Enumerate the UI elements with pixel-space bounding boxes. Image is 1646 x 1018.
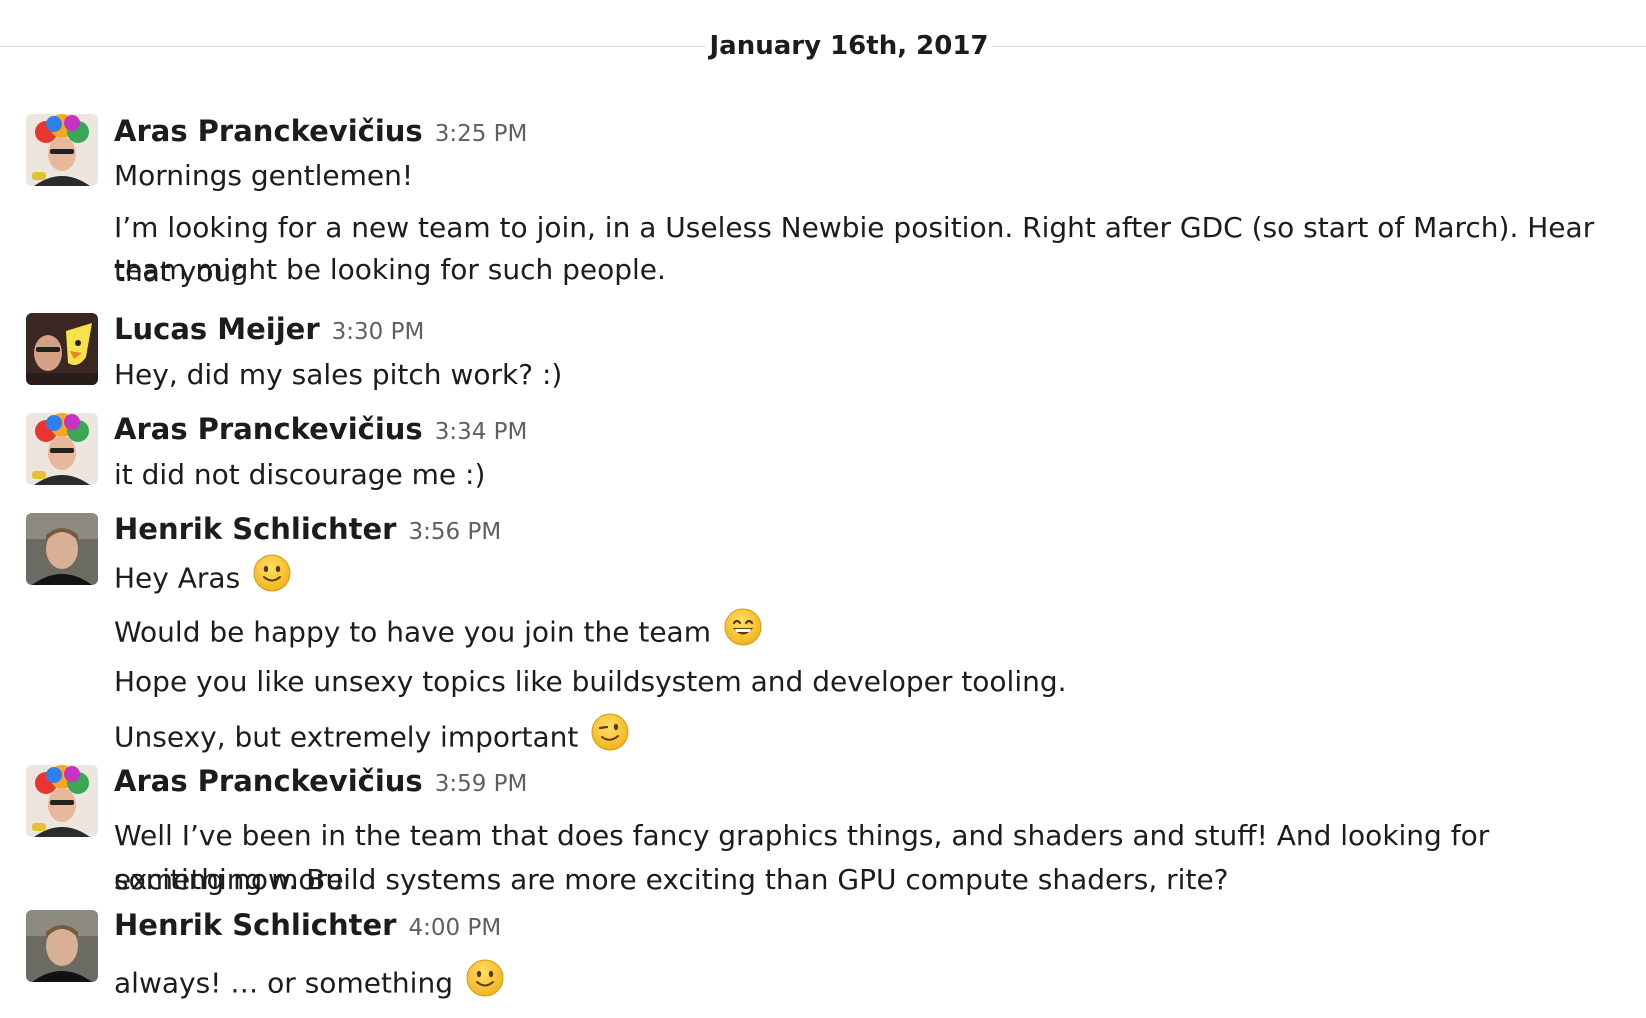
- avatar-lucas[interactable]: [26, 313, 98, 385]
- slightly-smiling-face-icon[interactable]: [465, 958, 505, 1011]
- grinning-face-icon[interactable]: [723, 607, 763, 660]
- divider-line-left: [0, 46, 706, 47]
- divider-line-right: [992, 46, 1646, 47]
- avatar-aras[interactable]: [26, 114, 98, 186]
- author-name[interactable]: Aras Pranckevičius 3:34 PM: [114, 410, 527, 451]
- author-name[interactable]: Aras Pranckevičius 3:59 PM: [114, 762, 527, 803]
- message-text: Hey, did my sales pitch work? :): [114, 358, 563, 391]
- date-divider[interactable]: January 16th, 2017: [706, 26, 992, 66]
- message-text: Would be happy to have you join the team: [114, 607, 1634, 660]
- message-text: Hey Aras: [114, 553, 1634, 606]
- message-text: Unsexy, but extremely important: [114, 712, 1634, 765]
- timestamp[interactable]: 3:30 PM: [332, 319, 425, 345]
- author-name[interactable]: Lucas Meijer 3:30 PM: [114, 310, 424, 351]
- avatar-aras[interactable]: [26, 413, 98, 485]
- message-text: always! … or something: [114, 958, 1634, 1011]
- message-text: Mornings gentlemen!: [114, 159, 414, 192]
- slightly-smiling-face-icon[interactable]: [252, 553, 292, 606]
- avatar-henrik[interactable]: [26, 513, 98, 585]
- avatar-aras[interactable]: [26, 765, 98, 837]
- author-name[interactable]: Henrik Schlichter 3:56 PM: [114, 510, 501, 551]
- avatar-henrik[interactable]: [26, 910, 98, 982]
- message-text: Hope you like unsexy topics like buildsy…: [114, 665, 1067, 698]
- timestamp[interactable]: 4:00 PM: [408, 915, 501, 941]
- timestamp[interactable]: 3:25 PM: [435, 121, 528, 147]
- message-text: team might be looking for such people.: [114, 253, 666, 286]
- author-name[interactable]: Aras Pranckevičius 3:25 PM: [114, 112, 527, 153]
- message-text: exciting now. Build systems are more exc…: [114, 863, 1229, 896]
- timestamp[interactable]: 3:56 PM: [408, 519, 501, 545]
- timestamp[interactable]: 3:59 PM: [435, 771, 528, 797]
- author-name[interactable]: Henrik Schlichter 4:00 PM: [114, 906, 501, 947]
- winking-face-icon[interactable]: [590, 712, 630, 765]
- timestamp[interactable]: 3:34 PM: [435, 419, 528, 445]
- message-text: it did not discourage me :): [114, 458, 486, 491]
